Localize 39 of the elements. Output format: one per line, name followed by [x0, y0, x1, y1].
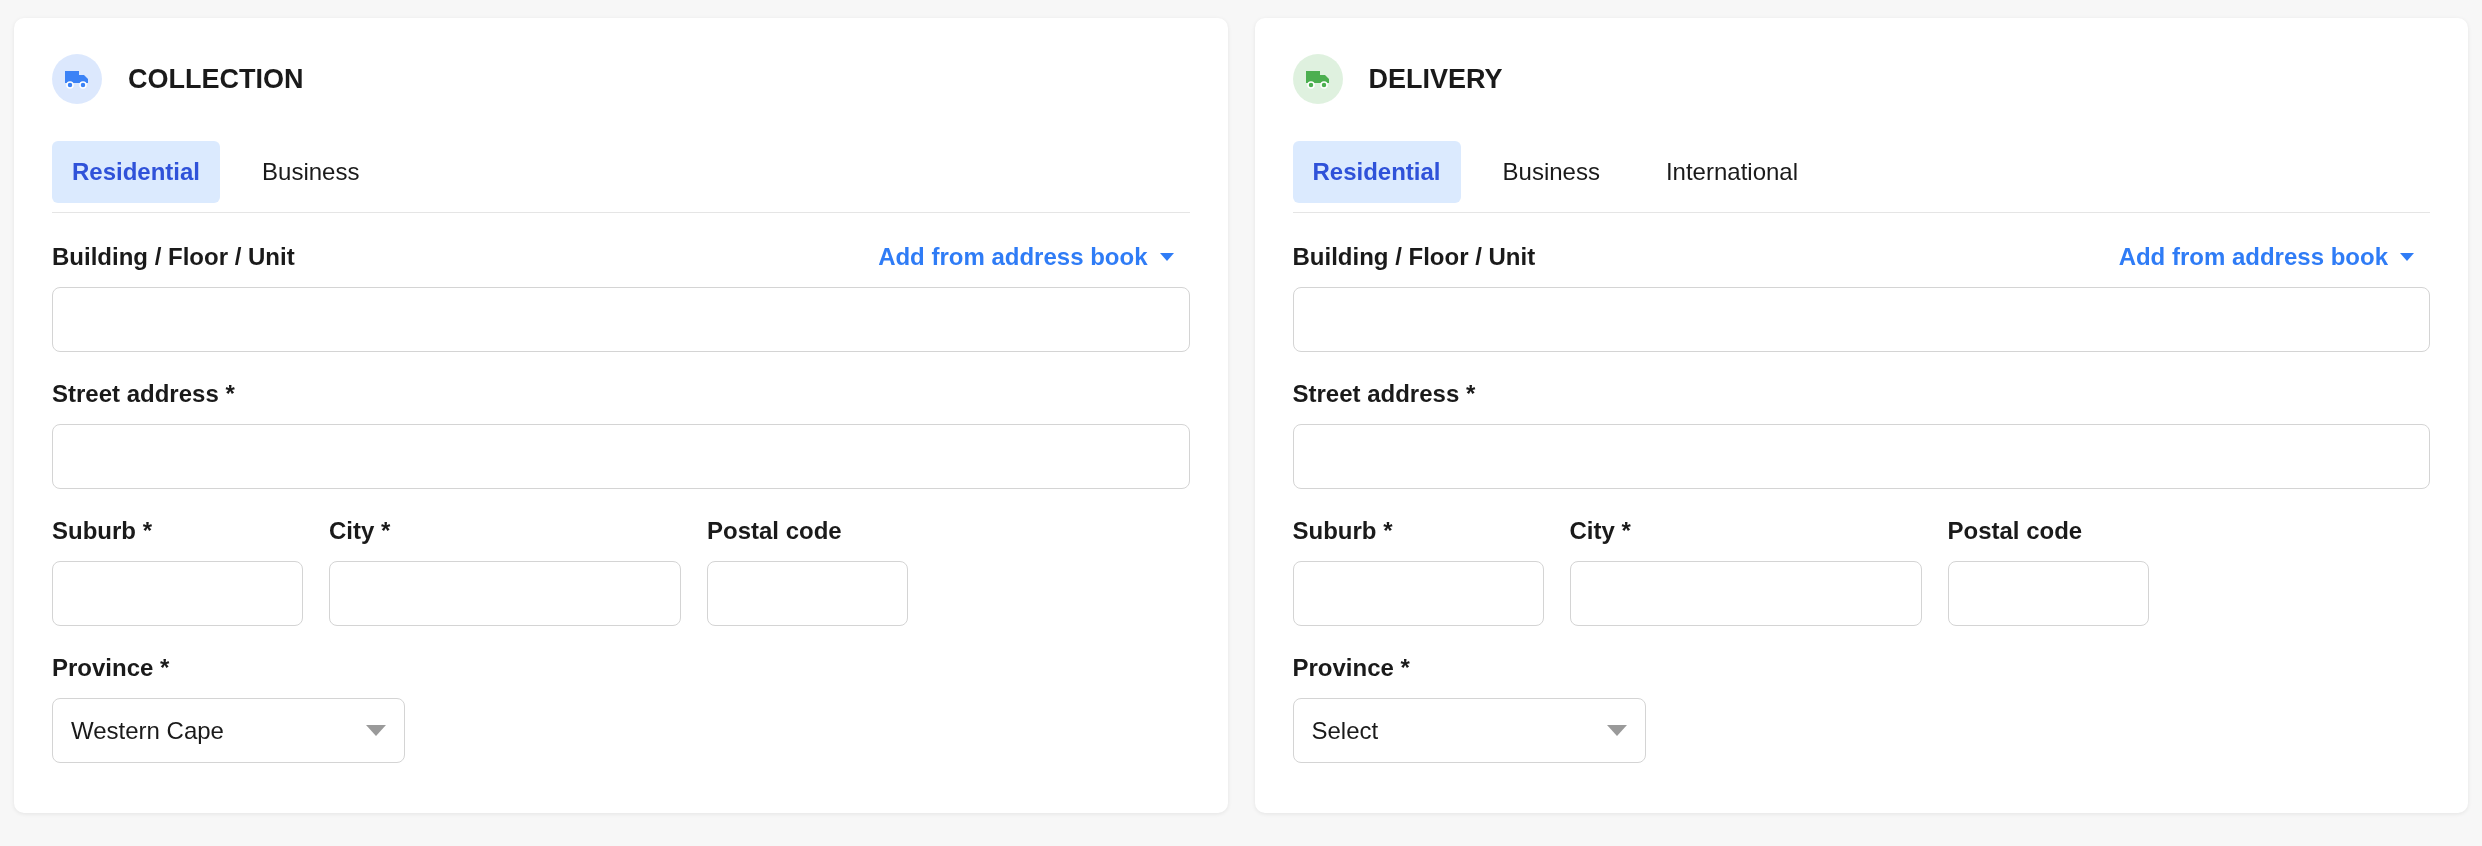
field-label: City *	[329, 516, 391, 546]
input-field[interactable]	[707, 561, 908, 626]
tab[interactable]: Residential	[52, 141, 221, 203]
input-field[interactable]	[52, 424, 1190, 489]
field-label: Suburb *	[1292, 516, 1393, 546]
card-title: DELIVERY	[1368, 62, 1503, 96]
card-title: COLLECTION	[128, 62, 304, 96]
input-field[interactable]	[52, 561, 303, 626]
input-field[interactable]	[1292, 424, 2430, 489]
input-field[interactable]	[1569, 561, 1922, 626]
truck-icon	[1292, 54, 1343, 104]
input-field[interactable]	[1292, 561, 1544, 626]
field-label: Province *	[1292, 653, 1410, 683]
field-label: Postal code	[1947, 516, 2083, 546]
caret-icon	[1606, 725, 1627, 736]
input-field[interactable]	[329, 561, 681, 626]
tab[interactable]: Business	[1478, 141, 1624, 203]
field-label: City *	[1569, 516, 1631, 546]
input-field[interactable]	[1292, 287, 2430, 352]
tab[interactable]: Residential	[1292, 141, 1461, 203]
tab[interactable]: International	[1641, 141, 1823, 203]
field-label: Building / Floor / Unit	[52, 242, 295, 272]
field-label: Street address *	[52, 379, 235, 409]
truck-icon	[52, 54, 102, 104]
field-label: Suburb *	[52, 516, 152, 546]
caret-icon	[2400, 253, 2414, 261]
field-label: Building / Floor / Unit	[1292, 242, 1536, 272]
address-book-link[interactable]: Add from address book	[878, 239, 1190, 275]
address-book-link[interactable]: Add from address book	[2118, 239, 2430, 275]
caret-icon	[1159, 253, 1174, 261]
field-label: Province *	[52, 653, 170, 683]
caret-icon	[366, 725, 386, 736]
province-dropdown[interactable]: Select	[1292, 698, 1646, 763]
tab[interactable]: Business	[238, 141, 384, 203]
field-label: Street address *	[1292, 379, 1476, 409]
input-field[interactable]	[1947, 561, 2149, 626]
field-label: Postal code	[707, 516, 842, 546]
province-dropdown[interactable]: Western Cape	[52, 698, 405, 763]
input-field[interactable]	[52, 287, 1190, 352]
